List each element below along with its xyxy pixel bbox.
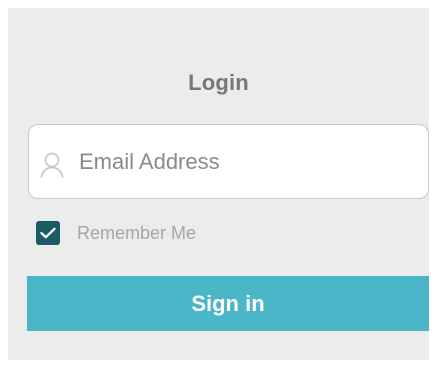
remember-me-label: Remember Me bbox=[77, 222, 197, 243]
remember-me-checkbox-row[interactable]: Remember Me bbox=[36, 221, 196, 245]
login-title: Login bbox=[188, 70, 249, 95]
remember-me-checkbox[interactable] bbox=[36, 221, 60, 245]
checkmark-icon bbox=[40, 227, 56, 239]
login-card: Login Remember Me Sign in bbox=[8, 8, 429, 360]
sign-in-button[interactable]: Sign in bbox=[27, 276, 429, 331]
email-input[interactable] bbox=[79, 125, 419, 198]
email-field[interactable] bbox=[28, 124, 429, 199]
user-icon bbox=[40, 152, 64, 178]
